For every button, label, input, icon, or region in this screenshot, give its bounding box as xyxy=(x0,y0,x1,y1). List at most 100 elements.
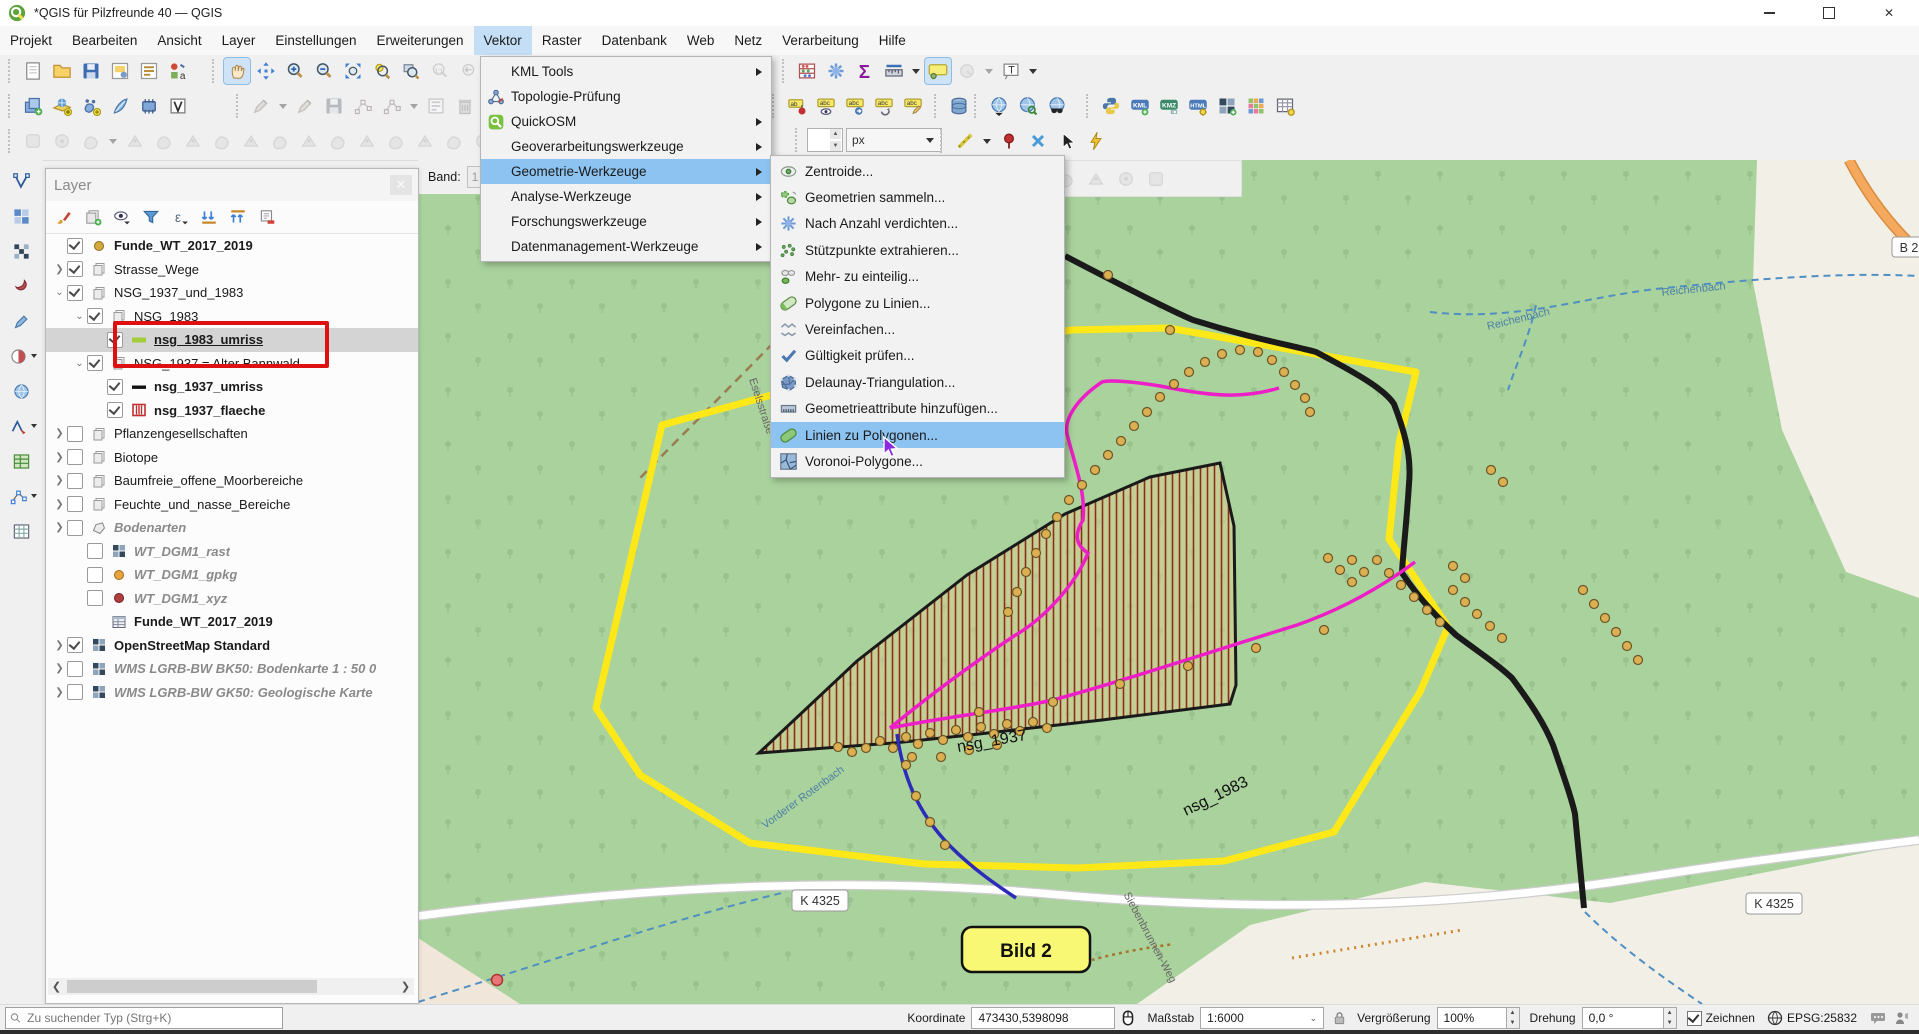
comma-tool-button[interactable] xyxy=(8,273,34,299)
rotate-label-button[interactable]: abc xyxy=(871,93,897,119)
vertex-vector-tool-dropdown-icon[interactable] xyxy=(31,494,37,498)
menu-item-geoverarbeitungswerkzeuge[interactable]: Geoverarbeitungswerkzeuge xyxy=(481,134,771,159)
filter-by-expression-button[interactable]: ε xyxy=(168,205,192,229)
layer-row-baumfreie-offene-moorbereiche[interactable]: ❯Baumfreie_offene_Moorbereiche xyxy=(46,469,418,493)
submenu-item-geometrieattribute-hinzuf-gen[interactable]: Geometrieattribute hinzufügen... xyxy=(771,396,1064,422)
expander-open-icon[interactable]: ⌄ xyxy=(72,311,87,322)
menu-item-topologie-pr-fung[interactable]: Topologie-Prüfung xyxy=(481,84,771,109)
toolbar-handle[interactable] xyxy=(8,94,14,118)
submenu-item-geometrien-sammeln[interactable]: Geometrien sammeln... xyxy=(771,184,1064,210)
menu-erweiterungen[interactable]: Erweiterungen xyxy=(366,26,473,55)
checker-tool-button[interactable] xyxy=(8,238,34,264)
expander-closed-icon[interactable]: ❯ xyxy=(52,475,67,486)
expander-closed-icon[interactable]: ❯ xyxy=(52,687,67,698)
toolbar-handle[interactable] xyxy=(8,129,14,153)
layer-checkbox[interactable] xyxy=(67,238,83,254)
menu-vektor[interactable]: Vektor xyxy=(474,26,532,55)
layer-checkbox[interactable] xyxy=(67,496,83,512)
osm-download-button[interactable] xyxy=(986,93,1012,119)
measure-dropdown-icon[interactable] xyxy=(912,69,920,74)
magnifier-spinner[interactable]: ▲▼ xyxy=(1507,1007,1520,1029)
layer-row-nsg-1937-flaeche[interactable]: nsg_1937_flaeche xyxy=(46,399,418,423)
database-manager-button[interactable] xyxy=(946,93,972,119)
text-annotation-dropdown-icon[interactable] xyxy=(1029,69,1037,74)
render-checkbox[interactable] xyxy=(1687,1011,1702,1026)
menu-item-kml-tools[interactable]: KML Tools xyxy=(481,59,771,84)
menu-netz[interactable]: Netz xyxy=(724,26,772,55)
layer-row-wt-dgm1-xyz[interactable]: WT_DGM1_xyz xyxy=(46,587,418,611)
layer-panel-scrollbar[interactable]: ❮ ❯ xyxy=(48,978,414,995)
submenu-item-st-tzpunkte-extrahieren[interactable]: Stützpunkte extrahieren... xyxy=(771,237,1064,263)
metasearch-button[interactable] xyxy=(1044,93,1070,119)
raster-tool-button[interactable] xyxy=(1214,93,1240,119)
submenu-item-voronoi-polygone[interactable]: Voronoi-Polygone... xyxy=(771,448,1064,474)
add-mesh-layer-button[interactable] xyxy=(136,93,162,119)
submenu-item-delaunay-triangulation[interactable]: Delaunay-Triangulation... xyxy=(771,369,1064,395)
expander-closed-icon[interactable]: ❯ xyxy=(52,640,67,651)
layer-row-biotope[interactable]: ❯Biotope xyxy=(46,446,418,470)
move-label-button[interactable]: abc xyxy=(842,93,868,119)
map-tips-button[interactable] xyxy=(925,58,951,84)
submenu-item-linien-zu-polygonen[interactable]: Linien zu Polygonen... xyxy=(771,422,1064,448)
vector-node-tool-button[interactable] xyxy=(8,168,34,194)
task-manager-icon[interactable] xyxy=(1893,1010,1911,1026)
draw-tool-button[interactable] xyxy=(8,308,34,334)
rotation-spinner[interactable]: ▲▼ xyxy=(1664,1007,1677,1029)
unit-combo[interactable]: px xyxy=(846,128,942,152)
menu-item-datenmanagement-werkzeuge[interactable]: Datenmanagement-Werkzeuge xyxy=(481,234,771,259)
menu-datenbank[interactable]: Datenbank xyxy=(592,26,677,55)
layer-checkbox[interactable] xyxy=(67,285,83,301)
options-gear-button[interactable] xyxy=(823,58,849,84)
toolbar-handle[interactable] xyxy=(974,94,980,118)
expander-closed-icon[interactable]: ❯ xyxy=(52,264,67,275)
open-project-button[interactable] xyxy=(49,58,75,84)
layer-checkbox[interactable] xyxy=(67,261,83,277)
layer-row-feuchte-und-nasse-bereiche[interactable]: ❯Feuchte_und_nasse_Bereiche xyxy=(46,493,418,517)
annotation-marker-button[interactable] xyxy=(996,128,1022,154)
submenu-item-mehr-zu-einteilig[interactable]: Mehr- zu einteilig... xyxy=(771,264,1064,290)
expander-closed-icon[interactable]: ❯ xyxy=(52,452,67,463)
green-table-tool-button[interactable] xyxy=(8,448,34,474)
color-grid-tool-button[interactable] xyxy=(1243,93,1269,119)
layer-row-nsg-1937-alter-bannwald[interactable]: ⌄NSG_1937 = Alter Bannwald xyxy=(46,352,418,376)
export-kml-button[interactable]: KML xyxy=(1127,93,1153,119)
mouse-position-icon[interactable] xyxy=(1119,1009,1137,1027)
menu-item-geometrie-werkzeuge[interactable]: Geometrie-Werkzeuge xyxy=(481,159,771,184)
layer-row-funde-wt-2017-2019[interactable]: Funde_WT_2017_2019 xyxy=(46,610,418,634)
layer-row-nsg-1983-umriss[interactable]: nsg_1983_umriss xyxy=(46,328,418,352)
save-project-button[interactable] xyxy=(78,58,104,84)
style-manager-button[interactable]: a xyxy=(165,58,191,84)
toolbar-handle[interactable] xyxy=(1086,94,1092,118)
submenu-item-vereinfachen[interactable]: Vereinfachen... xyxy=(771,316,1064,342)
python-console-button[interactable] xyxy=(1098,93,1124,119)
map-canvas[interactable]: nsg_1937 nsg_1983 Reichenbach Reichenbac… xyxy=(418,160,1919,1004)
layer-checkbox[interactable] xyxy=(67,661,83,677)
menu-bearbeiten[interactable]: Bearbeiten xyxy=(62,26,147,55)
menu-verarbeitung[interactable]: Verarbeitung xyxy=(772,26,869,55)
text-annotation-button[interactable]: T xyxy=(998,58,1024,84)
locator-search[interactable] xyxy=(5,1007,283,1029)
layer-checkbox[interactable] xyxy=(87,543,103,559)
pie-tool-dropdown-icon[interactable] xyxy=(31,354,37,358)
layer-checkbox[interactable] xyxy=(87,590,103,606)
open-layer-styling-button[interactable] xyxy=(52,205,76,229)
toolbar-handle[interactable] xyxy=(782,59,788,83)
move-annotation-button[interactable] xyxy=(1054,128,1080,154)
globe-tool-button[interactable] xyxy=(8,378,34,404)
layer-row-nsg-1983[interactable]: ⌄NSG_1983 xyxy=(46,305,418,329)
layer-row-openstreetmap-standard[interactable]: ❯OpenStreetMap Standard xyxy=(46,634,418,658)
pan-to-selection-button[interactable] xyxy=(253,58,279,84)
layer-checkbox[interactable] xyxy=(107,402,123,418)
change-label-button[interactable]: abc xyxy=(900,93,926,119)
toolbar-handle[interactable] xyxy=(212,59,218,83)
search-input[interactable] xyxy=(25,1010,278,1026)
menu-item-quickosm[interactable]: QuickOSM xyxy=(481,109,771,134)
layer-row-strasse-wege[interactable]: ❯Strasse_Wege xyxy=(46,258,418,282)
show-statistics-button[interactable]: Σ xyxy=(852,58,878,84)
symbol-size-spinner[interactable]: ▲▼ xyxy=(807,128,843,152)
layer-checkbox[interactable] xyxy=(67,520,83,536)
layer-checkbox[interactable] xyxy=(67,426,83,442)
layer-row-wms-lgrb-bw-gk50-geologische-karte[interactable]: ❯WMS LGRB-BW GK50: Geologische Karte xyxy=(46,681,418,705)
add-group-button[interactable] xyxy=(81,205,105,229)
layer-row-nsg-1937-und-1983[interactable]: ⌄NSG_1937_und_1983 xyxy=(46,281,418,305)
